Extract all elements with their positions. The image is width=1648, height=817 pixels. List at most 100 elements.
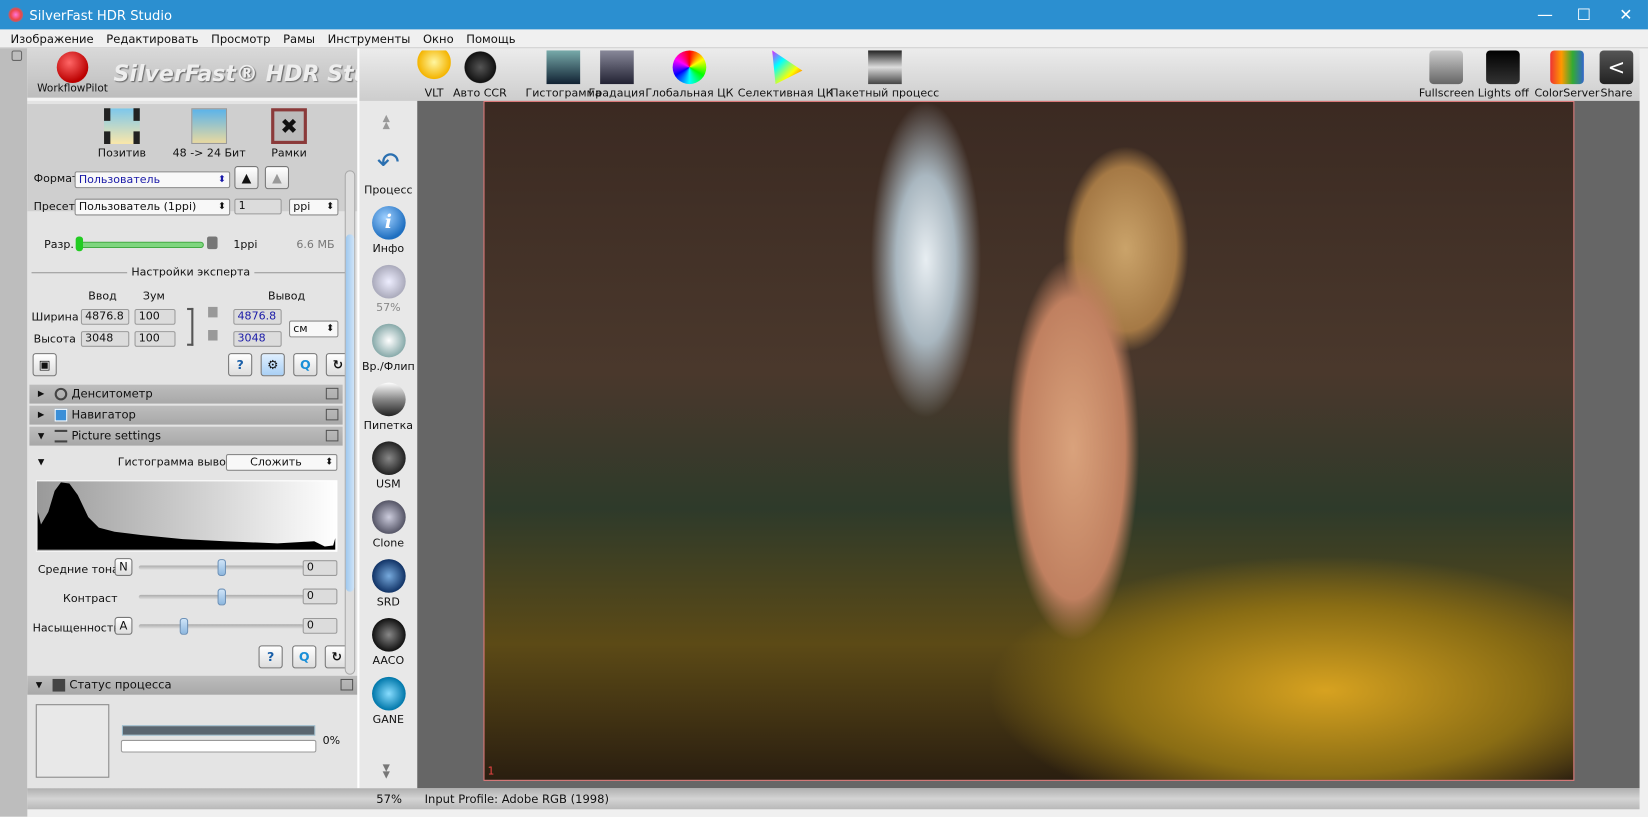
saturation-auto-button[interactable]: A xyxy=(114,616,133,635)
preview-button[interactable]: Q xyxy=(293,353,318,377)
width-input-field[interactable]: 4876.8 xyxy=(80,308,130,325)
contrast-slider[interactable] xyxy=(138,588,304,606)
menu-help[interactable]: Помощь xyxy=(460,29,522,47)
preset-unit-select[interactable]: ppi xyxy=(289,198,339,216)
menu-tools[interactable]: Инструменты xyxy=(321,29,416,47)
tool-usm[interactable]: USM xyxy=(359,441,417,491)
detach-icon[interactable] xyxy=(325,429,339,442)
column-zoom: Зум xyxy=(142,290,165,303)
section-densitometer[interactable]: ▶ Денситометр xyxy=(29,384,343,404)
toolbar-auto-ccr[interactable]: Авто CCR xyxy=(453,50,507,100)
preview-button[interactable]: Q xyxy=(292,645,317,669)
tool-pipette[interactable]: Пипетка xyxy=(359,382,417,432)
lock-icon[interactable] xyxy=(207,236,218,250)
workflow-pilot-button[interactable]: WorkflowPilot xyxy=(36,51,110,97)
section-picture-settings[interactable]: ▼ Picture settings xyxy=(29,426,343,446)
toolbar-bulb[interactable]: VLT xyxy=(417,50,451,100)
toolbar-color-wheel[interactable]: Глобальная ЦК xyxy=(645,50,734,100)
maximize-button[interactable]: ☐ xyxy=(1568,4,1600,25)
saturation-slider[interactable] xyxy=(138,617,304,635)
menu-view[interactable]: Просмотр xyxy=(205,29,277,47)
unlock-icon[interactable] xyxy=(208,306,218,318)
close-button[interactable]: ✕ xyxy=(1610,4,1642,25)
tool-gane[interactable]: GANE xyxy=(359,676,417,726)
mode-frames-label: Рамки xyxy=(271,147,307,160)
mode-bitdepth-button[interactable]: 48 -> 24 Бит xyxy=(167,108,251,160)
image-viewer[interactable]: 1 xyxy=(417,100,1640,789)
saturation-label: Насыщенность xyxy=(32,622,120,635)
toolbar-fullscreen[interactable]: Fullscreen xyxy=(1419,50,1474,100)
scroll-up-icon[interactable]: ▲ ▲ xyxy=(383,114,390,131)
menu-window[interactable]: Окно xyxy=(417,29,460,47)
unit-select[interactable]: см xyxy=(289,320,339,338)
histogram-collapse-icon[interactable]: ▼ xyxy=(38,457,44,466)
saturation-slider-handle[interactable] xyxy=(179,617,188,635)
dock-toggle-icon[interactable] xyxy=(11,50,23,61)
tool-label: Пипетка xyxy=(363,419,414,432)
minimize-button[interactable]: — xyxy=(1529,4,1561,25)
tool-clone-stamp[interactable]: Clone xyxy=(359,500,417,550)
toolbar-lights-off[interactable]: Lights off xyxy=(1478,50,1529,100)
collapse-arrow-icon: ▼ xyxy=(37,430,45,441)
section-process-status[interactable]: ▼ Статус процесса xyxy=(27,675,358,695)
process-preview-thumbnail xyxy=(35,704,110,778)
detach-icon[interactable] xyxy=(325,387,339,400)
width-zoom-field[interactable]: 100 xyxy=(134,308,176,325)
midtones-auto-button[interactable]: N xyxy=(114,558,133,576)
toolbar-share[interactable]: < Share xyxy=(1599,50,1634,100)
midtones-value-field[interactable]: 0 xyxy=(302,560,338,576)
top-toolbar: VLT Авто CCR Гистограмма Градация Глобальная… xyxy=(359,48,1640,101)
saturation-value-field[interactable]: 0 xyxy=(302,617,338,634)
midtones-slider[interactable] xyxy=(138,559,304,576)
save-icon[interactable]: ▣ xyxy=(32,353,57,377)
settings-gear-button[interactable]: ⚙ xyxy=(260,353,285,377)
mode-frames-button[interactable]: ✖ Рамки xyxy=(247,108,331,160)
app-icon xyxy=(8,7,24,23)
toolbar-gradation[interactable]: Градация xyxy=(589,50,645,100)
toolbar-colorserver[interactable]: ColorServer xyxy=(1534,50,1599,100)
unlock-icon[interactable] xyxy=(208,330,218,341)
detach-icon[interactable] xyxy=(325,408,339,421)
menu-image[interactable]: Изображение xyxy=(0,29,100,47)
resolution-slider[interactable] xyxy=(77,241,204,249)
format-select[interactable]: Пользователь xyxy=(74,171,231,189)
tool-compass[interactable]: Вр./Флип xyxy=(359,323,417,373)
tool-zoom[interactable]: 57% xyxy=(359,264,417,314)
preview-image[interactable]: 1 xyxy=(483,100,1575,781)
help-button[interactable]: ? xyxy=(228,353,253,377)
toolbar-batch[interactable]: Пакетный процесс xyxy=(830,50,939,100)
lights-off-icon xyxy=(1486,50,1521,85)
landscape-button[interactable]: ▲ xyxy=(264,166,290,190)
help-button[interactable]: ? xyxy=(258,645,283,669)
resolution-slider-handle[interactable] xyxy=(75,236,84,252)
preset-select[interactable]: Пользователь (1ppi) xyxy=(74,198,231,216)
chain-link-icon[interactable] xyxy=(187,307,194,346)
height-output-field[interactable]: 3048 xyxy=(233,331,282,347)
tool-srd[interactable]: SRD xyxy=(359,559,417,609)
tool-process-arrow[interactable]: ↶ Процесс xyxy=(359,147,417,196)
menu-frames[interactable]: Рамы xyxy=(277,29,322,47)
tool-info[interactable]: i Инфо xyxy=(359,205,417,255)
contrast-slider-handle[interactable] xyxy=(217,588,226,606)
compass-icon xyxy=(371,323,406,358)
scroll-down-icon[interactable]: ▼ ▼ xyxy=(383,764,390,781)
menu-edit[interactable]: Редактировать xyxy=(100,29,205,47)
workflow-pilot-label: WorkflowPilot xyxy=(37,83,108,95)
toolbar-color-triangle[interactable]: Селективная ЦК xyxy=(738,50,833,100)
panel-scrollbar[interactable] xyxy=(344,170,356,675)
tool-label: SRD xyxy=(376,595,400,609)
mode-positive-button[interactable]: Позитив xyxy=(80,108,164,160)
tool-aaco[interactable]: AACO xyxy=(359,617,417,667)
preset-number-field[interactable]: 1 xyxy=(234,198,282,215)
contrast-value-field[interactable]: 0 xyxy=(302,588,338,605)
width-output-field[interactable]: 4876.8 xyxy=(233,308,282,325)
scrollbar-thumb[interactable] xyxy=(345,234,355,592)
process-progress-bar-secondary xyxy=(120,739,317,753)
portrait-button[interactable]: ▲ xyxy=(234,166,259,190)
section-navigator[interactable]: ▶ Навигатор xyxy=(29,405,343,425)
histogram-mode-select[interactable]: Сложить xyxy=(225,454,338,471)
detach-icon[interactable] xyxy=(340,678,354,691)
height-zoom-field[interactable]: 100 xyxy=(134,331,176,347)
height-input-field[interactable]: 3048 xyxy=(80,331,130,347)
midtones-slider-handle[interactable] xyxy=(217,559,226,576)
